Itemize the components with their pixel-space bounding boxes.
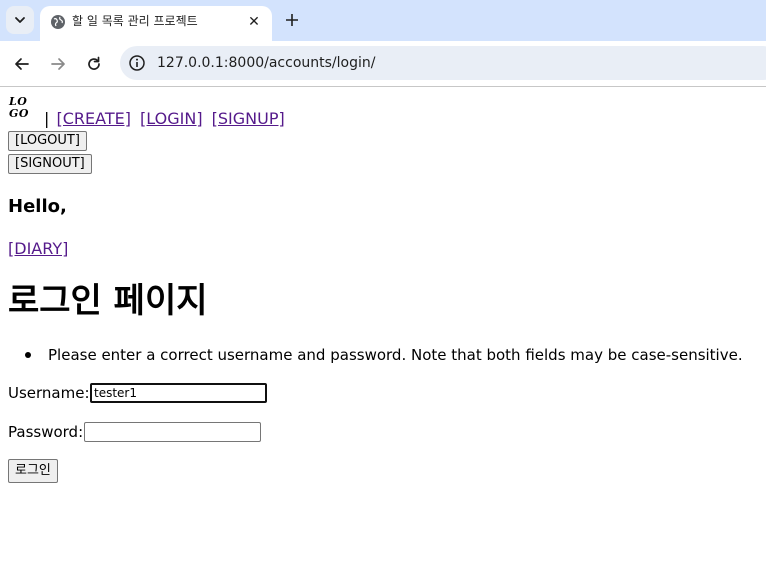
arrow-left-icon bbox=[15, 58, 29, 70]
reload-icon bbox=[88, 56, 100, 70]
logout-button[interactable]: [LOGOUT] bbox=[8, 131, 87, 151]
tab-strip: 할 일 목록 관리 프로젝트 ✕ bbox=[0, 0, 766, 41]
close-icon[interactable]: ✕ bbox=[244, 12, 264, 32]
site-logo[interactable]: LO GO bbox=[9, 96, 29, 120]
tab-title: 할 일 목록 관리 프로젝트 bbox=[72, 14, 198, 28]
logo-line-2: GO bbox=[9, 107, 29, 120]
back-button[interactable] bbox=[10, 52, 34, 76]
reload-button[interactable] bbox=[82, 52, 106, 76]
plus-icon[interactable] bbox=[280, 8, 304, 32]
forward-button[interactable] bbox=[46, 52, 70, 76]
username-label: Username: bbox=[8, 384, 90, 402]
url-text[interactable]: 127.0.0.1:8000/accounts/login/ bbox=[157, 54, 375, 72]
nav-login-link[interactable]: [LOGIN] bbox=[140, 109, 203, 128]
address-bar[interactable]: 127.0.0.1:8000/accounts/login/ bbox=[120, 46, 766, 80]
info-icon[interactable] bbox=[128, 54, 146, 72]
arrow-right-icon bbox=[51, 58, 65, 70]
page-title: 로그인 페이지 bbox=[8, 281, 208, 321]
globe-icon bbox=[51, 15, 65, 29]
chevron-down-icon bbox=[15, 17, 25, 23]
error-message: Please enter a correct username and pass… bbox=[48, 346, 743, 364]
nav-separator: | bbox=[44, 109, 50, 128]
page-content: LO GO | [CREATE] [LOGIN] [SIGNUP] [LOGOU… bbox=[0, 88, 766, 584]
signout-button[interactable]: [SIGNOUT] bbox=[8, 154, 92, 174]
username-input[interactable] bbox=[90, 383, 267, 403]
tab-search-button[interactable] bbox=[6, 6, 34, 34]
browser-tab[interactable]: 할 일 목록 관리 프로젝트 ✕ bbox=[40, 6, 272, 41]
password-label: Password: bbox=[8, 423, 84, 441]
nav-create-link[interactable]: [CREATE] bbox=[56, 109, 130, 128]
site-nav: | [CREATE] [LOGIN] [SIGNUP] bbox=[44, 109, 287, 129]
password-input[interactable] bbox=[84, 422, 261, 442]
bullet-icon bbox=[25, 352, 31, 358]
browser-toolbar: 127.0.0.1:8000/accounts/login/ bbox=[0, 41, 766, 87]
nav-signup-link[interactable]: [SIGNUP] bbox=[212, 109, 285, 128]
diary-link[interactable]: [DIARY] bbox=[8, 239, 68, 259]
login-submit-button[interactable]: 로그인 bbox=[8, 459, 58, 483]
greeting: Hello, bbox=[8, 196, 67, 217]
